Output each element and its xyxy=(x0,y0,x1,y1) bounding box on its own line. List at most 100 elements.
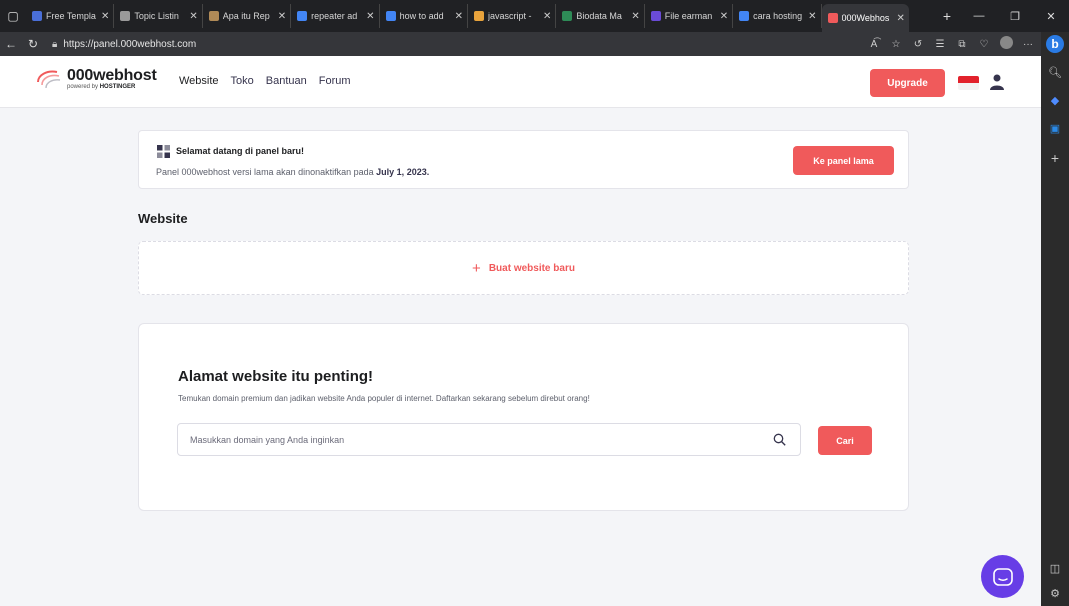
tab-label: repeater ad xyxy=(311,11,358,21)
nav-bantuan[interactable]: Bantuan xyxy=(266,75,307,87)
browser-tab[interactable]: Free Templa ✕ xyxy=(26,4,115,28)
tab-label: File earman xyxy=(664,11,713,21)
restore-icon[interactable]: ❐ xyxy=(997,10,1033,23)
tab-favicon-icon xyxy=(473,11,484,21)
panel-grid-icon xyxy=(157,145,170,158)
tab-label: Biodata Ma xyxy=(576,11,622,21)
logo-swirl-icon xyxy=(37,70,61,88)
browser-tab[interactable]: Biodata Ma ✕ xyxy=(556,4,645,28)
nav-forum[interactable]: Forum xyxy=(319,75,351,87)
lock-icon: 🔒︎ xyxy=(52,38,58,50)
domain-search-input[interactable] xyxy=(178,424,800,455)
tab-close-icon[interactable]: ✕ xyxy=(720,11,728,22)
indonesia-flag-icon[interactable] xyxy=(958,76,979,90)
minimize-icon[interactable]: — xyxy=(961,10,997,23)
tab-label: cara hosting xyxy=(753,11,803,21)
domain-description: Temukan domain premium dan jadikan websi… xyxy=(178,394,590,403)
new-tab-button[interactable]: + xyxy=(933,8,961,24)
old-panel-button[interactable]: Ke panel lama xyxy=(793,146,894,175)
tab-favicon-icon xyxy=(120,11,131,21)
chat-icon xyxy=(992,567,1013,586)
tab-favicon-icon xyxy=(562,11,573,21)
domain-title: Alamat website itu penting! xyxy=(178,368,374,385)
url-text: https://panel.000webhost.com xyxy=(63,38,197,50)
notice-text: Panel 000webhost versi lama akan dinonak… xyxy=(156,167,429,177)
add-sidebar-icon[interactable]: + xyxy=(1041,150,1069,166)
tab-favicon-icon xyxy=(650,11,661,21)
search-domain-button[interactable]: Cari xyxy=(818,426,872,455)
tab-close-icon[interactable]: ✕ xyxy=(543,11,551,22)
user-icon[interactable] xyxy=(990,74,1004,90)
collections-icon[interactable]: ⧉ xyxy=(951,39,973,50)
browser-tab[interactable]: 000Webhos ✕ xyxy=(821,4,909,32)
domain-search-card: Alamat website itu penting! Temukan doma… xyxy=(138,323,909,511)
tab-label: Apa itu Rep xyxy=(222,11,270,21)
tab-close-icon[interactable]: ✕ xyxy=(631,11,639,22)
close-window-icon[interactable]: ✕ xyxy=(1033,10,1069,23)
url-field[interactable]: 🔒︎ https://panel.000webhost.com xyxy=(52,39,752,50)
logo-sub: powered by HOSTINGER xyxy=(67,83,157,91)
profile-icon[interactable] xyxy=(995,36,1017,52)
notice-date: July 1, 2023. xyxy=(376,167,430,177)
browser-tab[interactable]: Topic Listin ✕ xyxy=(114,4,203,28)
logo-sub-brand: HOSTINGER xyxy=(99,84,136,90)
refresh-extension-icon[interactable]: ↺ xyxy=(907,39,929,50)
outlook-icon[interactable]: ▣ xyxy=(1041,122,1069,135)
logo-text: 000webhost powered by HOSTINGER xyxy=(67,68,157,91)
tab-favicon-icon xyxy=(32,11,42,21)
logo-name: 000webhost xyxy=(67,67,157,84)
notice-text-body: Panel 000webhost versi lama akan dinonak… xyxy=(156,167,374,177)
browser-tab[interactable]: cara hosting ✕ xyxy=(733,4,822,28)
notice-title: Selamat datang di panel baru! xyxy=(176,146,305,156)
tab-close-icon[interactable]: ✕ xyxy=(808,11,816,22)
upgrade-button[interactable]: Upgrade xyxy=(870,69,945,97)
refresh-icon[interactable]: ↻ xyxy=(22,37,44,51)
tab-favicon-icon xyxy=(827,13,838,23)
tab-favicon-icon xyxy=(739,11,750,21)
tab-label: javascript - xyxy=(487,11,532,21)
browser-tab[interactable]: repeater ad ✕ xyxy=(291,4,380,28)
tab-close-icon[interactable]: ✕ xyxy=(455,11,463,22)
welcome-notice: Selamat datang di panel baru! Panel 000w… xyxy=(138,130,909,189)
browser-tab[interactable]: Apa itu Rep ✕ xyxy=(203,4,292,28)
read-aloud-icon[interactable]: A͡ xyxy=(863,39,885,50)
logo-sub-prefix: powered by xyxy=(67,84,99,90)
sidebar-toggle-icon[interactable]: ◫ xyxy=(1041,562,1069,575)
create-website-label: Buat website baru xyxy=(488,262,575,274)
search-sidebar-icon[interactable]: 🔍︎ xyxy=(1041,66,1069,79)
site-header: 000webhost powered by HOSTINGER Website … xyxy=(0,56,1041,108)
settings-icon[interactable]: ⚙ xyxy=(1041,587,1069,600)
nav-website[interactable]: Website xyxy=(179,75,219,87)
browser-tab[interactable]: how to add ✕ xyxy=(380,4,468,28)
tab-label: 000Webhos xyxy=(841,13,890,23)
tab-label: how to add xyxy=(399,11,444,21)
search-icon[interactable] xyxy=(773,433,786,446)
tab-close-icon[interactable]: ✕ xyxy=(101,11,109,22)
tab-strip: Free Templa ✕ Topic Listin ✕ Apa itu Rep ✕ rep… xyxy=(26,0,933,32)
create-website-button[interactable]: + Buat website baru xyxy=(138,241,909,295)
bing-icon[interactable]: b xyxy=(1041,35,1069,53)
extensions-icon[interactable]: ♡ xyxy=(973,39,995,50)
tab-actions-icon[interactable]: ▢ xyxy=(0,0,26,32)
plus-icon: + xyxy=(472,259,481,277)
shopping-icon[interactable]: ◆ xyxy=(1041,94,1069,107)
window-controls: — ❐ ✕ xyxy=(961,10,1069,23)
favorite-icon[interactable]: ☆ xyxy=(885,39,907,50)
nav-toko[interactable]: Toko xyxy=(231,75,254,87)
tab-close-icon[interactable]: ✕ xyxy=(366,11,374,22)
tab-close-icon[interactable]: ✕ xyxy=(897,13,905,24)
favorites-icon[interactable]: ☰ xyxy=(929,39,951,50)
browser-tab-bar: ▢ Free Templa ✕ Topic Listin ✕ Apa itu Rep ✕ r… xyxy=(0,0,1069,32)
tab-close-icon[interactable]: ✕ xyxy=(189,11,197,22)
tab-favicon-icon xyxy=(385,11,396,21)
toolbar-icons: A͡ ☆ ↺ ☰ ⧉ ♡ ··· xyxy=(863,36,1069,52)
more-icon[interactable]: ··· xyxy=(1017,39,1039,50)
back-icon[interactable]: ← xyxy=(0,37,22,51)
browser-tab[interactable]: javascript - ✕ xyxy=(468,4,557,28)
tab-close-icon[interactable]: ✕ xyxy=(278,11,286,22)
tab-label: Free Templa xyxy=(46,11,96,21)
chat-button[interactable] xyxy=(981,555,1024,598)
browser-tab[interactable]: File earman ✕ xyxy=(645,4,734,28)
website-section-title: Website xyxy=(138,211,188,226)
logo[interactable]: 000webhost powered by HOSTINGER xyxy=(35,68,157,91)
